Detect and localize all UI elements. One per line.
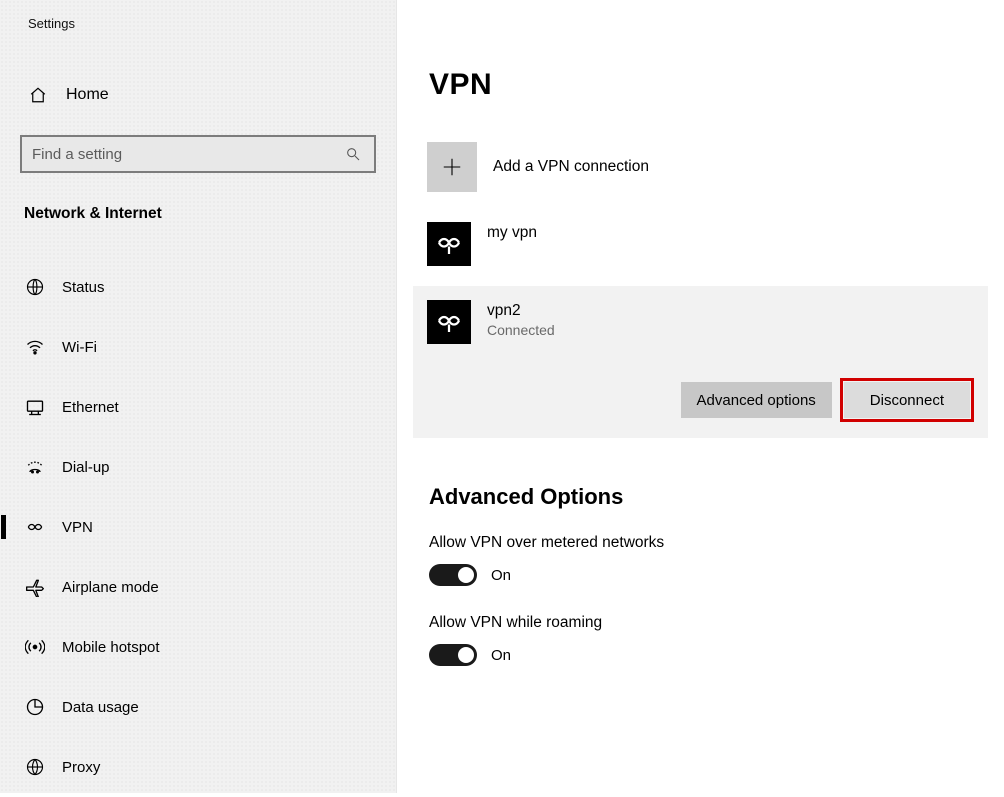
sidebar-item-datausage[interactable]: Data usage bbox=[0, 677, 396, 737]
sidebar-home-label: Home bbox=[66, 86, 109, 104]
vpn-connection-name: my vpn bbox=[487, 224, 537, 242]
disconnect-button[interactable]: Disconnect bbox=[844, 382, 970, 418]
sidebar-item-label: Proxy bbox=[62, 759, 100, 776]
option-label: Allow VPN while roaming bbox=[429, 614, 1004, 632]
search-container bbox=[20, 135, 376, 173]
search-icon bbox=[344, 145, 362, 163]
vpn-tile-icon bbox=[427, 300, 471, 344]
option-metered: Allow VPN over metered networks On bbox=[429, 534, 1004, 586]
page-title: VPN bbox=[429, 68, 1004, 102]
option-label: Allow VPN over metered networks bbox=[429, 534, 1004, 552]
option-roaming: Allow VPN while roaming On bbox=[429, 614, 1004, 666]
sidebar-item-label: Wi-Fi bbox=[62, 339, 97, 356]
toggle-metered[interactable] bbox=[429, 564, 477, 586]
wifi-icon bbox=[24, 336, 46, 358]
vpn-connection-item[interactable]: vpn2 Connected bbox=[427, 300, 974, 354]
sidebar-item-vpn[interactable]: VPN bbox=[0, 497, 396, 557]
hotspot-icon bbox=[24, 636, 46, 658]
search-input[interactable] bbox=[22, 146, 344, 163]
sidebar-item-proxy[interactable]: Proxy bbox=[0, 737, 396, 797]
sidebar-item-hotspot[interactable]: Mobile hotspot bbox=[0, 617, 396, 677]
search-box[interactable] bbox=[20, 135, 376, 173]
toggle-state-label: On bbox=[491, 567, 511, 584]
vpn-connection-name: vpn2 bbox=[487, 302, 555, 320]
sidebar-item-label: Mobile hotspot bbox=[62, 639, 160, 656]
app-title: Settings bbox=[0, 10, 396, 31]
main-content: VPN Add a VPN connection my vpn bbox=[397, 0, 1004, 793]
vpn-tile-icon bbox=[427, 222, 471, 266]
airplane-icon bbox=[24, 576, 46, 598]
sidebar-home[interactable]: Home bbox=[0, 75, 396, 115]
toggle-roaming[interactable] bbox=[429, 644, 477, 666]
sidebar-item-ethernet[interactable]: Ethernet bbox=[0, 377, 396, 437]
sidebar-item-label: Data usage bbox=[62, 699, 139, 716]
ethernet-icon bbox=[24, 396, 46, 418]
vpn-connection-status: Connected bbox=[487, 322, 555, 338]
home-icon bbox=[28, 85, 48, 105]
globe-icon bbox=[24, 276, 46, 298]
sidebar-item-label: Airplane mode bbox=[62, 579, 159, 596]
data-usage-icon bbox=[24, 696, 46, 718]
sidebar-item-dialup[interactable]: Dial-up bbox=[0, 437, 396, 497]
add-vpn-connection[interactable]: Add a VPN connection bbox=[427, 136, 1004, 206]
sidebar-item-wifi[interactable]: Wi-Fi bbox=[0, 317, 396, 377]
sidebar-item-status[interactable]: Status bbox=[0, 257, 396, 317]
vpn-icon bbox=[24, 516, 46, 538]
plus-icon bbox=[427, 142, 477, 192]
vpn-list: Add a VPN connection my vpn vpn2 bbox=[427, 136, 1004, 438]
vpn-connection-card-selected: vpn2 Connected Advanced options Disconne… bbox=[413, 286, 988, 438]
vpn-connection-item[interactable]: my vpn bbox=[427, 212, 1004, 276]
advanced-options-button[interactable]: Advanced options bbox=[681, 382, 832, 418]
dialup-icon bbox=[24, 456, 46, 478]
sidebar-item-airplane[interactable]: Airplane mode bbox=[0, 557, 396, 617]
settings-sidebar: Settings Home Network & Internet bbox=[0, 0, 397, 793]
sidebar-item-label: Ethernet bbox=[62, 399, 119, 416]
sidebar-item-label: VPN bbox=[62, 519, 93, 536]
sidebar-item-label: Status bbox=[62, 279, 105, 296]
sidebar-item-label: Dial-up bbox=[62, 459, 110, 476]
advanced-options-heading: Advanced Options bbox=[429, 484, 1004, 510]
sidebar-nav: Status Wi-Fi Ethernet bbox=[0, 257, 396, 797]
proxy-icon bbox=[24, 756, 46, 778]
toggle-state-label: On bbox=[491, 647, 511, 664]
sidebar-category: Network & Internet bbox=[0, 173, 396, 229]
add-vpn-label: Add a VPN connection bbox=[493, 158, 649, 176]
vpn-card-actions: Advanced options Disconnect bbox=[427, 382, 974, 418]
